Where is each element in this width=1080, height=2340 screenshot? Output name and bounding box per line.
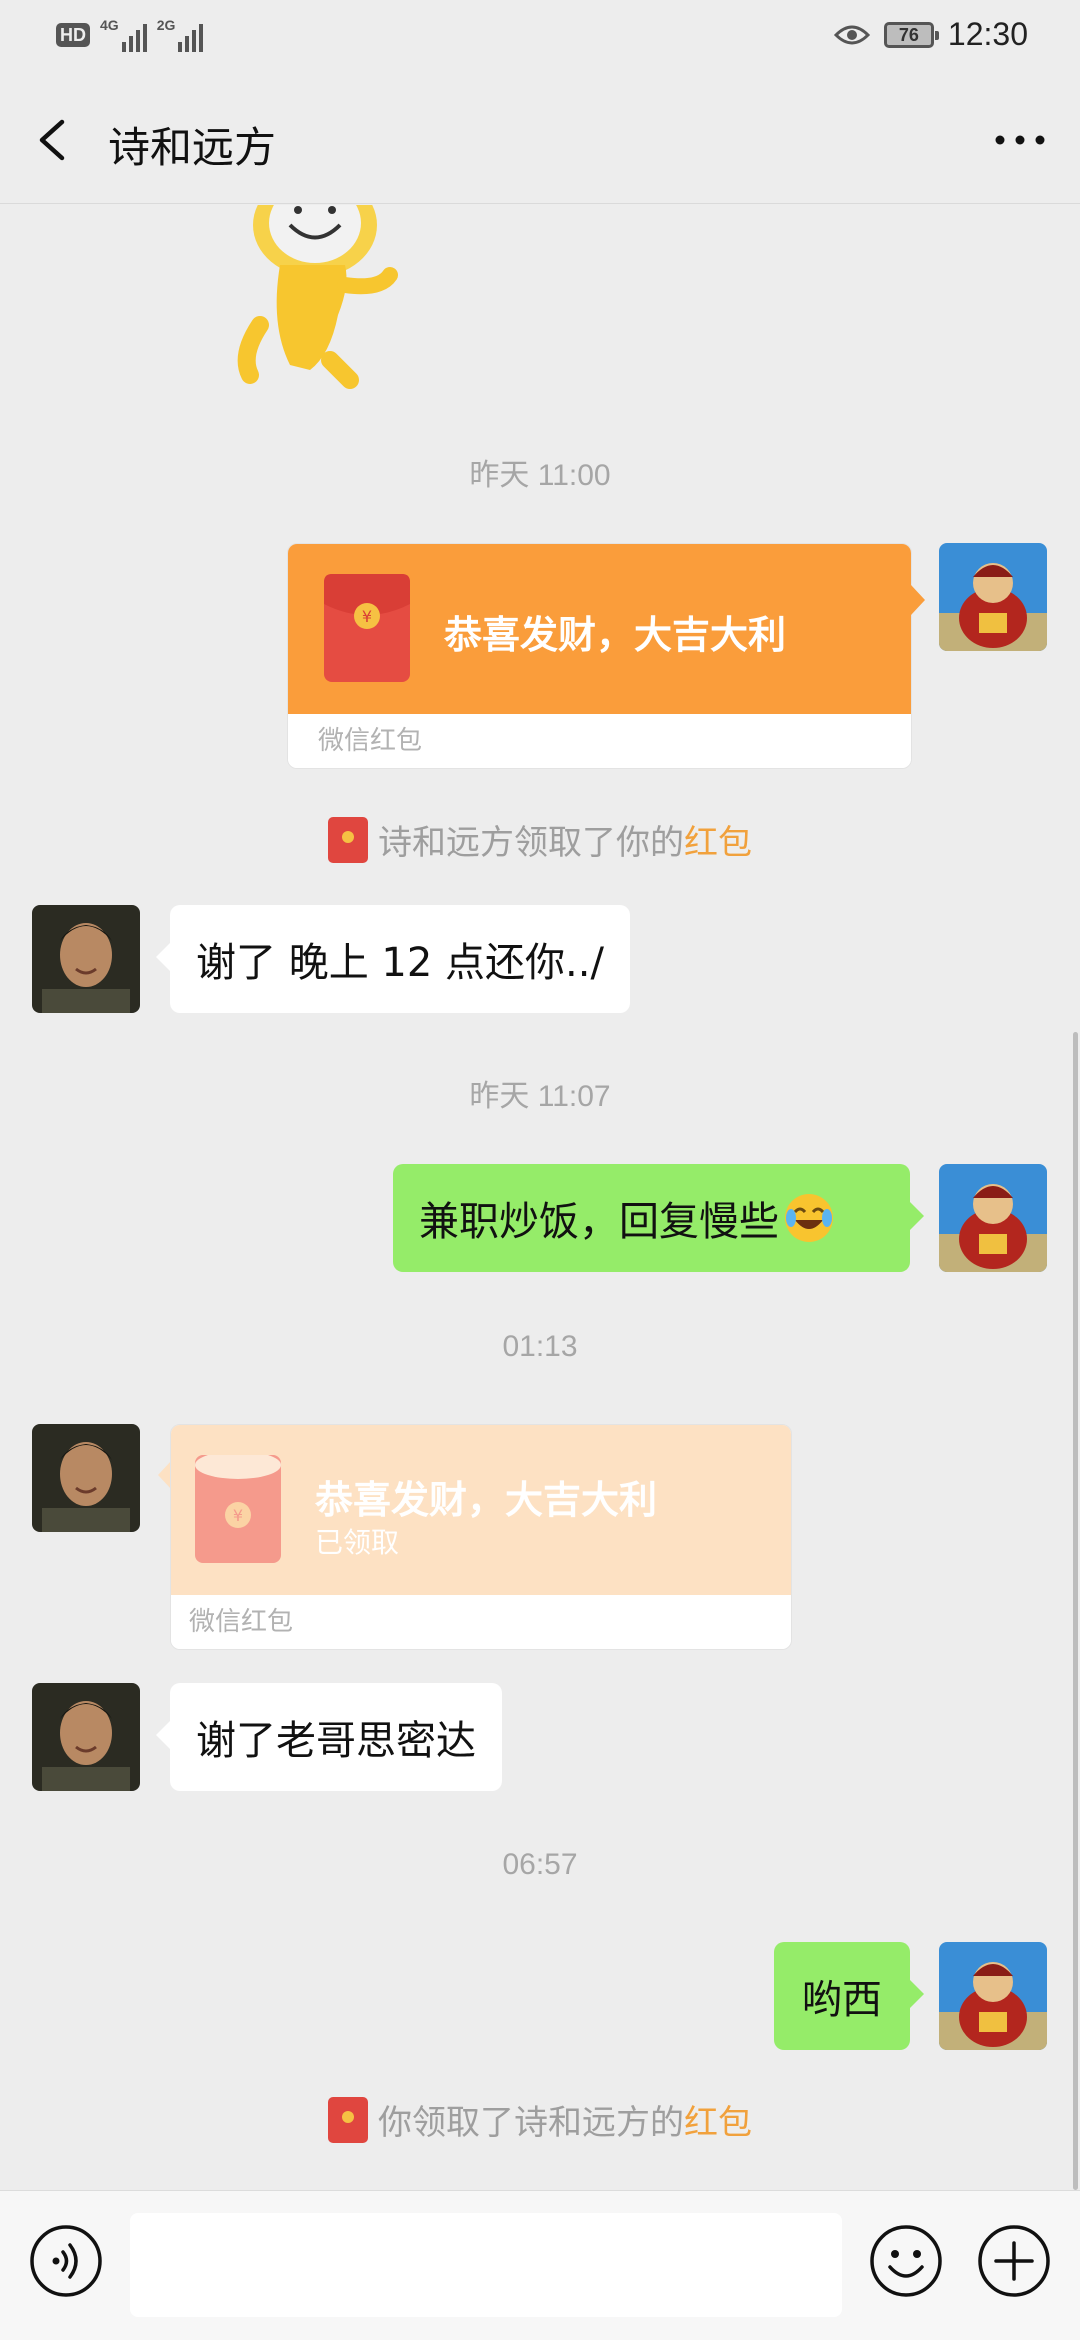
cartoon-sticker-icon: [237, 205, 398, 389]
message-bubble-sent[interactable]: 兼职炒饭，回复慢些: [393, 1164, 924, 1272]
status-right: 76 12:30: [833, 16, 1028, 53]
message-bubble-received[interactable]: 谢了 晚上 12 点还你../: [156, 905, 630, 1013]
red-packet-sent[interactable]: ¥ 恭喜发财，大吉大利 微信红包: [287, 543, 912, 769]
network-type-sim2: 2G: [156, 17, 176, 33]
signal-icon-sim2: 2G: [157, 18, 204, 52]
contact-avatar[interactable]: [32, 905, 140, 1013]
avatar-image: [32, 1424, 140, 1532]
timestamp: 01:13: [502, 1330, 578, 1363]
timestamp: 06:57: [502, 1848, 578, 1881]
emoji-button[interactable]: [868, 2223, 944, 2299]
input-bar: [0, 2190, 1080, 2340]
avatar-image: [939, 1164, 1047, 1272]
red-envelope-icon: ¥: [324, 574, 410, 682]
chat-header: 诗和远方: [0, 76, 1080, 204]
back-button[interactable]: [30, 112, 80, 168]
plus-icon: [978, 2225, 1050, 2297]
message-text: 兼职炒饭，回复慢些: [419, 1199, 779, 1245]
avatar-image: [32, 1683, 140, 1791]
voice-icon: [30, 2225, 102, 2297]
signal-icon-sim1: 4G: [100, 18, 147, 52]
my-avatar[interactable]: [939, 1164, 1047, 1272]
my-avatar[interactable]: [939, 543, 1047, 651]
chevron-left-icon: [39, 119, 65, 161]
svg-text:¥: ¥: [362, 607, 372, 626]
voice-input-button[interactable]: [28, 2223, 104, 2299]
red-packet-title: 恭喜发财，大吉大利: [315, 1478, 658, 1522]
contact-avatar[interactable]: [32, 1424, 140, 1532]
smiley-icon: [870, 2225, 942, 2297]
network-type-sim1: 4G: [100, 17, 119, 33]
hd-icon: HD: [56, 23, 90, 47]
red-envelope-icon: [328, 2096, 368, 2143]
system-notice: 诗和远方领取了你的 红包: [0, 815, 1080, 864]
system-notice-text: 你领取了诗和远方的: [378, 2103, 684, 2143]
avatar-image: [32, 905, 140, 1013]
status-bar: HD 4G 2G 76 12:30: [0, 0, 1080, 76]
timestamp: 昨天 11:07: [469, 1080, 611, 1113]
red-packet-received[interactable]: ¥ 恭喜发财，大吉大利 已领取 微信红包: [170, 1424, 792, 1650]
eye-comfort-icon: [833, 25, 870, 44]
avatar-image: [939, 543, 1047, 651]
sticker-image[interactable]: [220, 205, 420, 395]
red-packet-link[interactable]: 红包: [684, 2095, 752, 2144]
contact-avatar[interactable]: [32, 1683, 140, 1791]
system-notice-text: 诗和远方领取了你的: [378, 823, 684, 863]
avatar-image: [939, 1942, 1047, 2050]
red-packet-status: 已领取: [315, 1526, 400, 1559]
timestamp: 昨天 11:00: [469, 459, 611, 492]
message-bubble-received[interactable]: 谢了老哥思密达: [156, 1683, 502, 1791]
more-functions-button[interactable]: [976, 2223, 1052, 2299]
red-packet-footer: 微信红包: [288, 714, 911, 768]
red-envelope-icon: [328, 816, 368, 863]
message-list[interactable]: 昨天 11:00 ¥ 恭喜发财，大吉大利 微信红包 诗和远方领取了你的 红包 谢…: [0, 205, 1080, 2190]
system-notice: 你领取了诗和远方的 红包: [0, 2095, 1080, 2144]
red-packet-footer: 微信红包: [171, 1595, 791, 1649]
red-packet-link[interactable]: 红包: [684, 815, 752, 864]
red-packet-tail: [911, 585, 925, 615]
battery-icon: 76: [883, 21, 939, 48]
my-avatar[interactable]: [939, 1942, 1047, 2050]
laugh-cry-emoji-icon: [785, 1194, 833, 1242]
status-time: 12:30: [947, 16, 1028, 52]
more-options-button[interactable]: [990, 112, 1050, 168]
status-left: HD 4G 2G: [56, 18, 204, 52]
scrollbar[interactable]: [1073, 1032, 1078, 2190]
chat-title: 诗和远方: [108, 123, 277, 172]
more-dots-icon: [995, 135, 1045, 145]
message-input[interactable]: [130, 2213, 842, 2317]
svg-text:¥: ¥: [233, 1506, 243, 1525]
opened-red-envelope-icon: ¥: [195, 1451, 281, 1563]
message-bubble-sent[interactable]: 哟西: [774, 1942, 924, 2050]
red-packet-title: 恭喜发财，大吉大利: [444, 613, 787, 657]
